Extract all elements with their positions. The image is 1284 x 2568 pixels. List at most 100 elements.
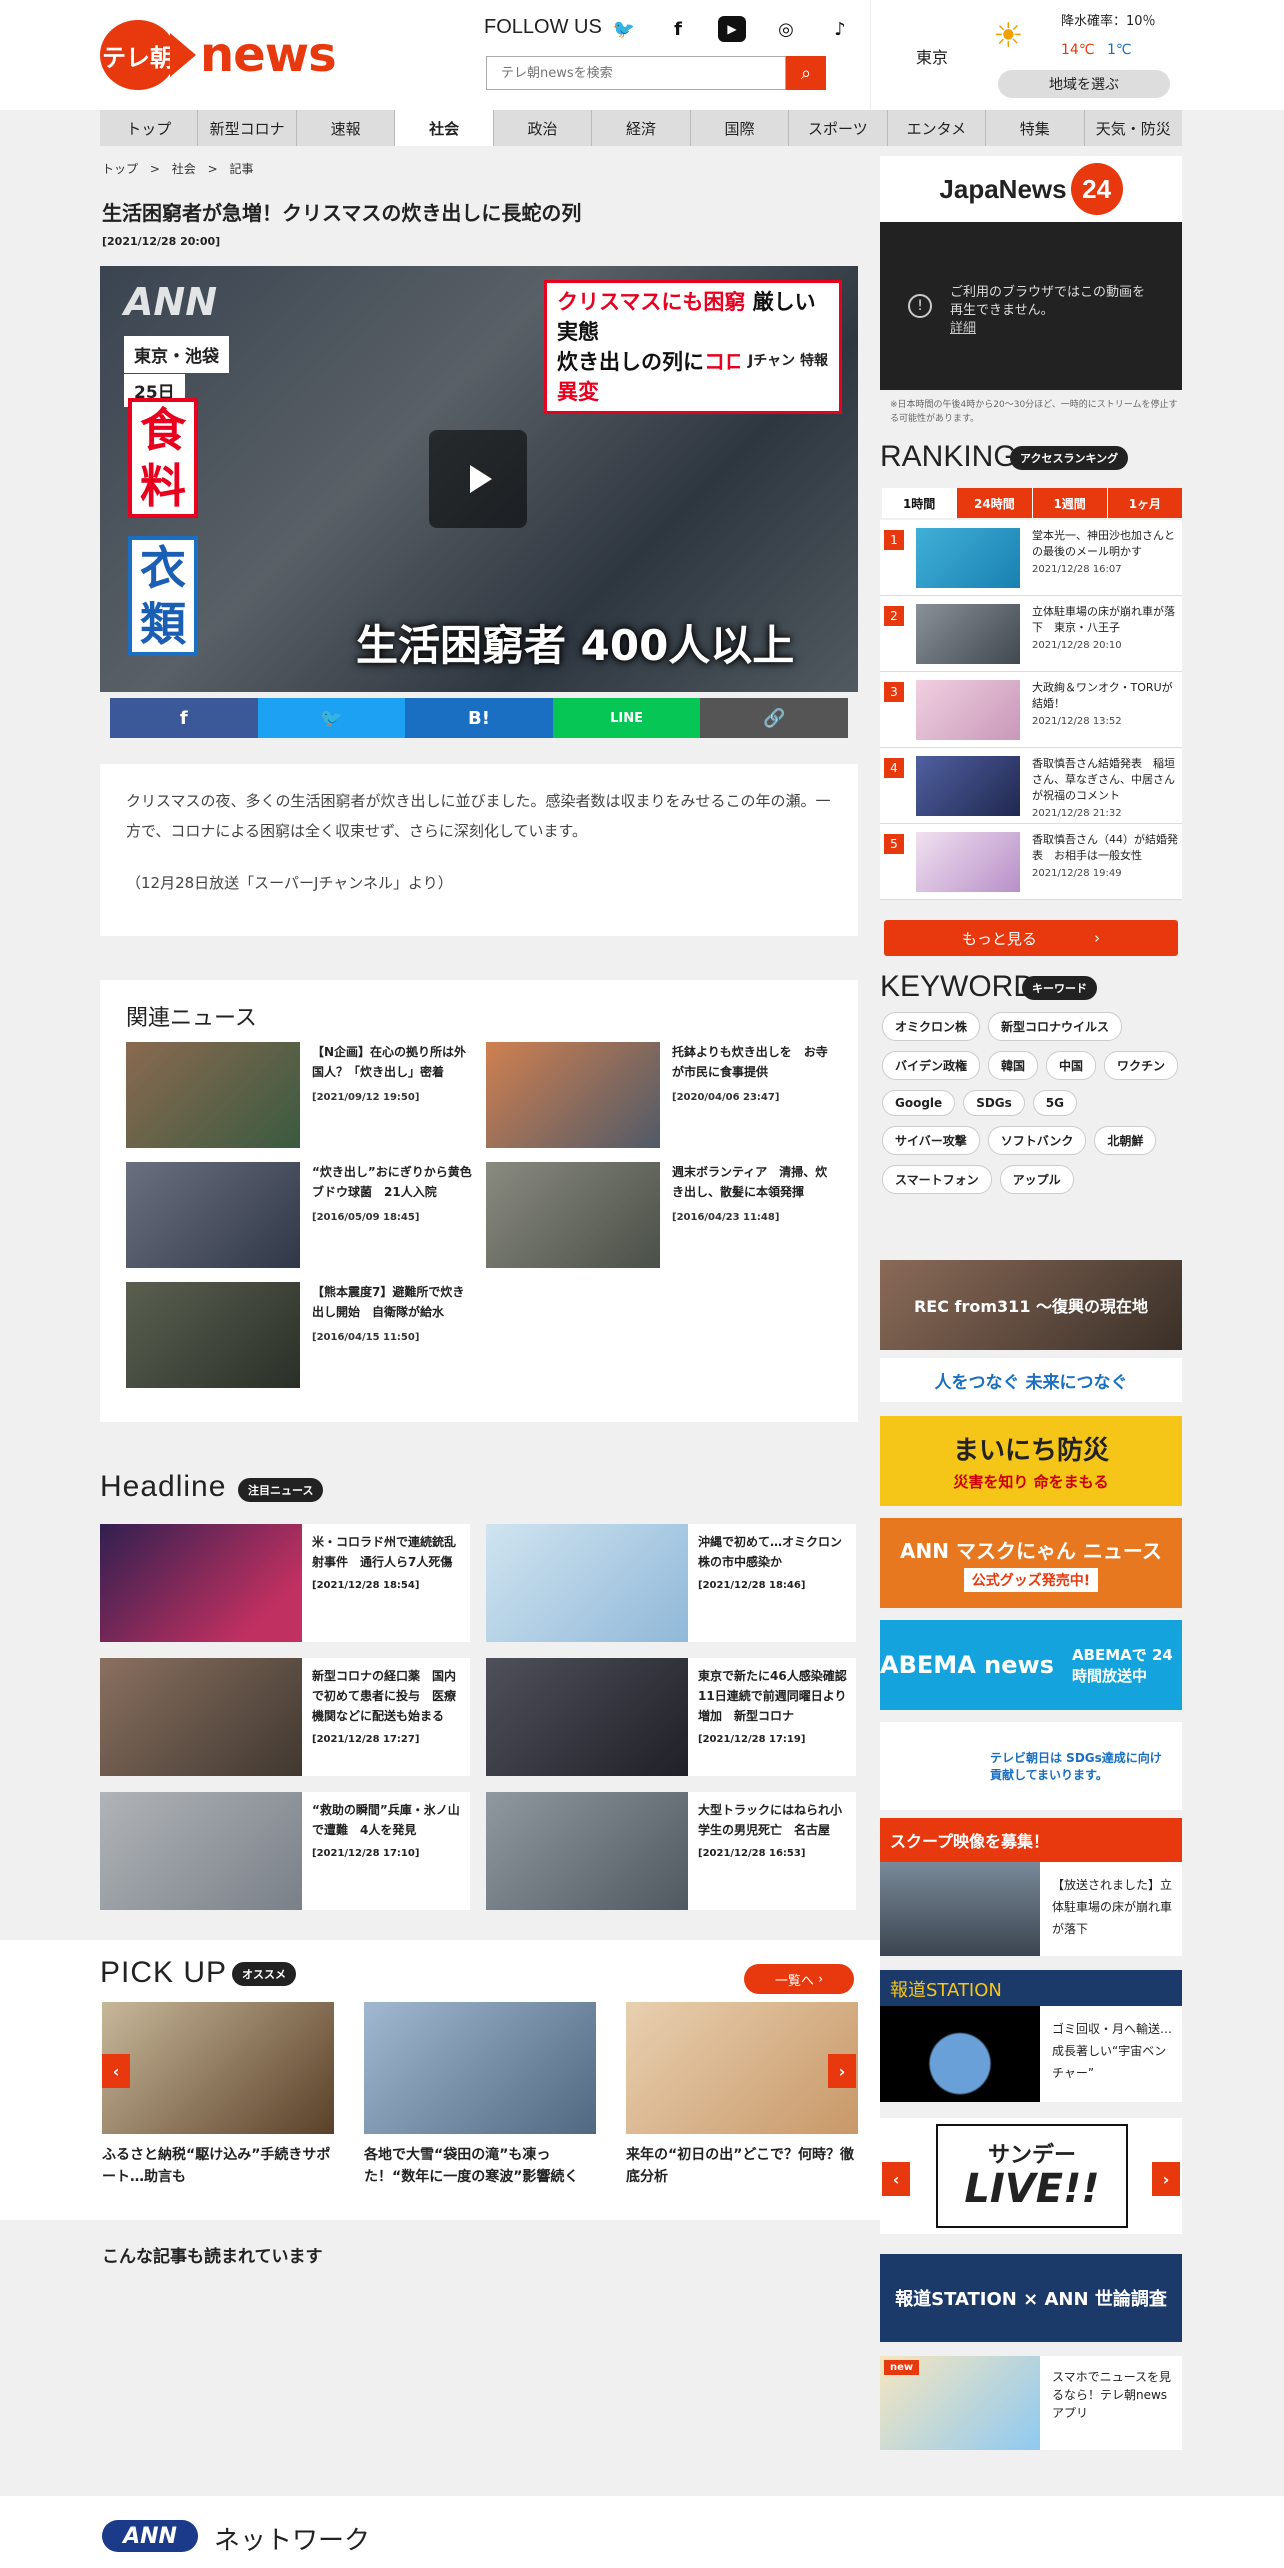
keyword-tag[interactable]: 中国 (1046, 1051, 1097, 1080)
nav-corona[interactable]: 新型コロナ (198, 110, 297, 146)
tab-1hour[interactable]: 1時間 (882, 488, 958, 518)
rank-title: 立体駐車場の床が崩れ車が落下 東京・八王子 (1032, 605, 1175, 634)
tiktok-icon[interactable]: ♪ (826, 16, 854, 42)
keyword-tag[interactable]: 5G (1032, 1090, 1077, 1116)
sunday-live-logo[interactable]: サンデー LIVE!! (936, 2124, 1128, 2228)
hodo-ann-banner[interactable]: 報道STATION × ANN 世論調査 (880, 2254, 1182, 2342)
list-item[interactable]: “炊き出し”おにぎりから黄色ブドウ球菌 21人入院 [2016/05/09 18:… (126, 1162, 472, 1270)
headline-item-date: [2021/12/28 17:10] (312, 1848, 420, 1859)
sidebar-prev-button[interactable]: ‹ (882, 2162, 910, 2196)
nav-top[interactable]: トップ (100, 110, 199, 146)
keyword-tag[interactable]: バイデン政権 (882, 1051, 981, 1080)
article-video[interactable]: ANN 東京・池袋 25日 食料 衣類 クリスマスにも困窮 厳しい実態 炊き出し… (100, 266, 858, 692)
thumbnail (916, 528, 1020, 588)
keyword-tag[interactable]: 北朝鮮 (1094, 1126, 1157, 1155)
keyword-tag[interactable]: SDGs (963, 1090, 1025, 1116)
nav-breaking[interactable]: 速報 (297, 110, 396, 146)
search-button[interactable]: ⌕ (786, 56, 826, 90)
ranking-item[interactable]: 4 香取慎吾さん結婚発表 稲垣さん、草なぎさん、中居さんが祝福のコメント 2021… (880, 748, 1182, 824)
pickup-next-button[interactable]: › (828, 2054, 856, 2088)
sdgs-banner[interactable]: 人をつなぐ 未来につなぐ (880, 1358, 1182, 1402)
select-region-button[interactable]: 地域を選ぶ (998, 70, 1170, 98)
keyword-tag[interactable]: アップル (999, 1165, 1074, 1194)
ranking-more-button[interactable]: もっと見る › (884, 920, 1178, 956)
facebook-icon[interactable]: f (664, 16, 692, 42)
list-item[interactable]: 新型コロナの経口薬 国内で初めて患者に投与 医療機関などに配送も始まる [2021… (100, 1658, 470, 1776)
thumbnail (916, 680, 1020, 740)
video-label-clothes: 衣類 (128, 536, 198, 656)
nav-sports[interactable]: スポーツ (789, 110, 888, 146)
list-item[interactable]: “救助の瞬間”兵庫・氷ノ山で遭難 4人を発見 [2021/12/28 17:10] (100, 1792, 470, 1910)
twitter-icon[interactable]: 🐦 (610, 16, 638, 42)
search-input[interactable] (487, 57, 785, 89)
share-hatena-button[interactable]: B! (405, 698, 553, 738)
nav-weather[interactable]: 天気・防災 (1085, 110, 1182, 146)
breadcrumb-society[interactable]: 社会 (172, 162, 196, 176)
keyword-tag[interactable]: Google (882, 1090, 956, 1116)
thumbnail (916, 832, 1020, 892)
keyword-tag[interactable]: サイバー攻撃 (882, 1126, 980, 1155)
keyword-tag[interactable]: 韓国 (988, 1051, 1039, 1080)
list-item[interactable]: ふるさと納税“駆け込み”手続きサポート…助言も (102, 2002, 334, 2188)
nav-economy[interactable]: 経済 (592, 110, 691, 146)
rec311-banner[interactable]: REC from311 ～復興の現在地 (880, 1260, 1182, 1350)
pickup-list-button[interactable]: 一覧へ › (744, 1964, 854, 1994)
headline-item-date: [2021/12/28 18:46] (698, 1580, 806, 1591)
app-banner[interactable]: new スマホでニュースを見るなら！テレ朝newsアプリ (880, 2356, 1182, 2450)
share-twitter-button[interactable]: 🐦 (257, 698, 406, 738)
ranking-item[interactable]: 2 立体駐車場の床が崩れ車が落下 東京・八王子 2021/12/28 20:10 (880, 596, 1182, 672)
nav-entertainment[interactable]: エンタメ (888, 110, 987, 146)
nav-feature[interactable]: 特集 (986, 110, 1085, 146)
scoop-box[interactable]: スクープ映像を募集！ 【放送されました】立体駐車場の床が崩れ車が落下 (880, 1818, 1182, 1956)
scoop-text: 【放送されました】立体駐車場の床が崩れ車が落下 (1052, 1878, 1173, 1936)
keyword-tag[interactable]: 新型コロナウイルス (988, 1012, 1123, 1041)
list-item[interactable]: 東京で新たに46人感染確認 11日連続で前週同曜日より増加 新型コロナ [2021… (486, 1658, 859, 1776)
list-item[interactable]: 来年の“初日の出”どこで？何時？徹底分析 (626, 2002, 858, 2188)
video-error-link[interactable]: 詳細 (950, 321, 976, 336)
keyword-tag[interactable]: オミクロン株 (882, 1012, 981, 1041)
play-icon[interactable] (429, 430, 527, 528)
sdgs2-banner[interactable]: テレビ朝日は SDGs達成に向け 貢献してまいります。 (880, 1722, 1182, 1810)
ranking-item[interactable]: 1 堂本光一、神田沙也加さんとの最後のメール明かす 2021/12/28 16:0… (880, 520, 1182, 596)
thumbnail (126, 1282, 300, 1388)
pickup-prev-button[interactable]: ‹ (102, 2054, 130, 2088)
live-stream-player[interactable]: ! ご利用のブラウザではこの動画を再生できません。 詳細 (880, 222, 1182, 390)
ranking-item[interactable]: 5 香取慎吾さん（44）が結婚発表 お相手は一般女性 2021/12/28 19:… (880, 824, 1182, 900)
list-item[interactable]: 米・コロラド州で連続銃乱射事件 通行人ら7人死傷 [2021/12/28 18:5… (100, 1524, 470, 1642)
thumbnail (880, 2006, 1040, 2102)
list-item[interactable]: 大型トラックにはねられ小学生の男児死亡 名古屋 [2021/12/28 16:53… (486, 1792, 856, 1910)
bosai-banner[interactable]: まいにち防災 災害を知り 命をまもる (880, 1416, 1182, 1506)
related-item-date: [2016/04/15 11:50] (312, 1332, 420, 1343)
share-link-button[interactable]: 🔗 (700, 698, 848, 738)
tab-1month[interactable]: 1ヶ月 (1107, 488, 1182, 518)
keyword-tag[interactable]: ワクチン (1104, 1051, 1179, 1080)
nav-international[interactable]: 国際 (691, 110, 790, 146)
list-item[interactable]: 沖縄で初めて…オミクロン株の市中感染か [2021/12/28 18:46] (486, 1524, 856, 1642)
list-item[interactable]: 托鉢よりも炊き出しを お寺が市民に食事提供 [2020/04/06 23:47] (486, 1042, 828, 1150)
site-logo[interactable]: テレ朝 news (100, 20, 337, 90)
keyword-tag[interactable]: ソフトバンク (987, 1126, 1087, 1155)
maskunyan-banner[interactable]: ANN マスクにゃん ニュース 公式グッズ発売中! (880, 1518, 1182, 1608)
japanews24-banner[interactable]: JapaNews 24 (880, 156, 1182, 222)
youtube-icon[interactable]: ▶ (718, 16, 746, 42)
share-facebook-button[interactable]: f (110, 698, 258, 738)
list-item[interactable]: 各地で大雪“袋田の滝”も凍った！“数年に一度の寒波”影響続く (364, 2002, 596, 2188)
list-item[interactable]: 週末ボランティア 清掃、炊き出し、散髪に本領発揮 [2016/04/23 11:4… (486, 1162, 827, 1270)
instagram-icon[interactable]: ◎ (772, 16, 800, 42)
ranking-item[interactable]: 3 大政絢＆ワンオク・TORUが結婚！ 2021/12/28 13:52 (880, 672, 1182, 748)
video-top-dark-2: 炊き出しの列に (557, 350, 704, 374)
hodo-station-box[interactable]: 報道STATION ゴミ回収・月へ輸送…成長著しい“宇宙ベンチャー” (880, 1970, 1182, 2102)
breadcrumb-top[interactable]: トップ (102, 162, 138, 176)
list-item[interactable]: 【熊本震度7】避難所で炊き出し開始 自衛隊が給水 [2016/04/15 11:5… (126, 1282, 466, 1390)
share-line-button[interactable]: LINE (552, 698, 701, 738)
tab-24hours[interactable]: 24時間 (957, 488, 1033, 518)
keyword-tag[interactable]: スマートフォン (882, 1165, 992, 1194)
nav-politics[interactable]: 政治 (494, 110, 593, 146)
new-badge: new (884, 2360, 920, 2375)
sidebar-next-button[interactable]: › (1152, 2162, 1180, 2196)
nav-society[interactable]: 社会 (395, 110, 494, 146)
headline-item-title: 新型コロナの経口薬 国内で初めて患者に投与 医療機関などに配送も始まる (312, 1669, 457, 1723)
tab-1week[interactable]: 1週間 (1032, 488, 1108, 518)
list-item[interactable]: 【N企画】在心の拠り所は外国人？「炊き出し」密着 [2021/09/12 19:5… (126, 1042, 466, 1150)
abema-banner[interactable]: ABEMA news ABEMAで 24時間放送中 (880, 1620, 1182, 1710)
